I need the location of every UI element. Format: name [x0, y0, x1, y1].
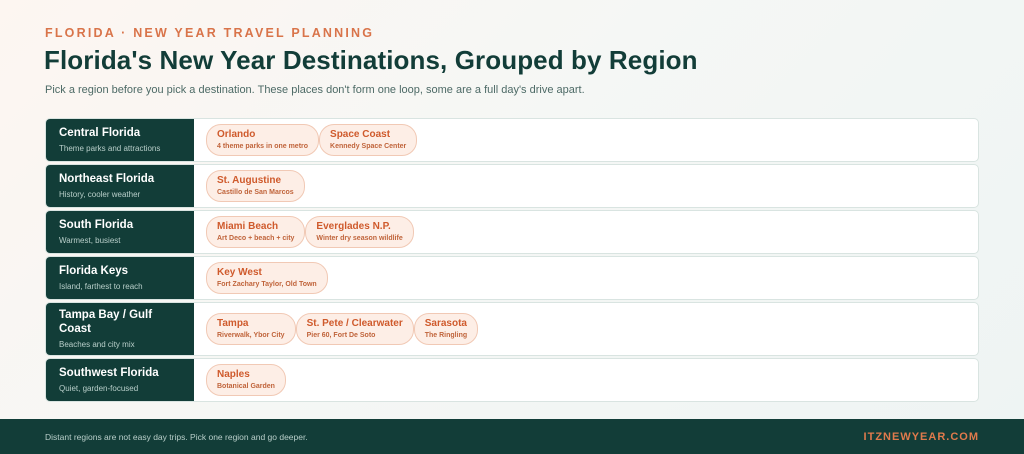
destination-chip[interactable]: Miami Beach Art Deco + beach + city: [206, 216, 306, 248]
region-row: Central Florida Theme parks and attracti…: [45, 118, 979, 162]
destination-note: The Ringling: [424, 331, 468, 339]
region-row: Northeast Florida History, cooler weathe…: [45, 164, 979, 208]
destination-list: Key West Fort Zachary Taylor, Old Town: [194, 257, 978, 299]
region-name: Northeast Florida: [59, 173, 155, 186]
region-row: South Florida Warmest, busiest Miami Bea…: [45, 210, 979, 254]
region-name: Tampa Bay / Gulf Coast: [59, 309, 153, 335]
destination-chip[interactable]: Naples Botanical Garden: [206, 364, 286, 396]
destination-list: Miami Beach Art Deco + beach + city Ever…: [194, 211, 978, 253]
destination-note: Botanical Garden: [217, 382, 275, 390]
region-cell: Florida Keys Island, farthest to reach: [46, 257, 194, 299]
page-subtitle: Pick a region before you pick a destinat…: [45, 84, 585, 96]
destination-chip[interactable]: Sarasota The Ringling: [413, 313, 479, 345]
region-cell: Tampa Bay / Gulf Coast Beaches and city …: [46, 303, 194, 355]
destination-name: Naples: [217, 369, 250, 381]
region-description: Theme parks and attractions: [59, 143, 161, 153]
destination-chip[interactable]: Tampa Riverwalk, Ybor City: [206, 313, 296, 345]
destination-name: Everglades N.P.: [316, 221, 391, 233]
region-description: Beaches and city mix: [59, 339, 135, 349]
destination-list: Naples Botanical Garden: [194, 359, 978, 401]
region-description: History, cooler weather: [59, 189, 141, 199]
destination-chip[interactable]: St. Augustine Castillo de San Marcos: [206, 170, 305, 202]
region-name: Southwest Florida: [59, 367, 159, 380]
destination-name: Miami Beach: [217, 221, 279, 233]
region-cell: Southwest Florida Quiet, garden-focused: [46, 359, 194, 401]
region-row: Florida Keys Island, farthest to reach K…: [45, 256, 979, 300]
destination-note: Art Deco + beach + city: [217, 234, 295, 242]
region-description: Quiet, garden-focused: [59, 383, 139, 393]
page-title: Florida's New Year Destinations, Grouped…: [44, 45, 698, 75]
destination-name: Tampa: [217, 318, 249, 330]
destination-note: 4 theme parks in one metro: [217, 142, 309, 150]
destination-chip[interactable]: Everglades N.P. Winter dry season wildli…: [305, 216, 414, 248]
destination-name: Sarasota: [424, 318, 467, 330]
region-name: Central Florida: [59, 127, 141, 140]
destination-note: Fort Zachary Taylor, Old Town: [217, 280, 317, 288]
region-description: Warmest, busiest: [59, 235, 121, 245]
destination-note: Riverwalk, Ybor City: [217, 331, 285, 339]
destination-note: Castillo de San Marcos: [217, 188, 294, 196]
eyebrow-label: FLORIDA · NEW YEAR TRAVEL PLANNING: [45, 26, 375, 40]
destination-name: St. Pete / Clearwater: [306, 318, 403, 330]
destination-list: Orlando 4 theme parks in one metro Space…: [194, 119, 978, 161]
footer-bar: Distant regions are not easy day trips. …: [0, 419, 1024, 454]
destination-note: Kennedy Space Center: [330, 142, 407, 150]
region-cell: South Florida Warmest, busiest: [46, 211, 194, 253]
region-cell: Central Florida Theme parks and attracti…: [46, 119, 194, 161]
footer-note: Distant regions are not easy day trips. …: [45, 431, 308, 442]
destination-note: Winter dry season wildlife: [316, 234, 403, 242]
destination-name: Key West: [217, 267, 262, 279]
destination-name: Space Coast: [330, 129, 391, 141]
destination-name: St. Augustine: [217, 175, 282, 187]
region-table: Central Florida Theme parks and attracti…: [45, 118, 979, 402]
region-row: Tampa Bay / Gulf Coast Beaches and city …: [45, 302, 979, 356]
region-description: Island, farthest to reach: [59, 281, 143, 291]
destination-chip[interactable]: Space Coast Kennedy Space Center: [319, 124, 418, 156]
footer-brand-link[interactable]: ITZNEWYEAR.COM: [864, 431, 979, 443]
region-row: Southwest Florida Quiet, garden-focused …: [45, 358, 979, 402]
destination-chip[interactable]: Key West Fort Zachary Taylor, Old Town: [206, 262, 328, 294]
destination-list: Tampa Riverwalk, Ybor City St. Pete / Cl…: [194, 303, 978, 355]
destination-chip[interactable]: Orlando 4 theme parks in one metro: [206, 124, 320, 156]
region-cell: Northeast Florida History, cooler weathe…: [46, 165, 194, 207]
destination-name: Orlando: [217, 129, 256, 141]
destination-note: Pier 60, Fort De Soto: [306, 331, 376, 339]
destination-list: St. Augustine Castillo de San Marcos: [194, 165, 978, 207]
region-name: South Florida: [59, 219, 134, 232]
region-name: Florida Keys: [59, 265, 129, 278]
destination-chip[interactable]: St. Pete / Clearwater Pier 60, Fort De S…: [295, 313, 414, 345]
